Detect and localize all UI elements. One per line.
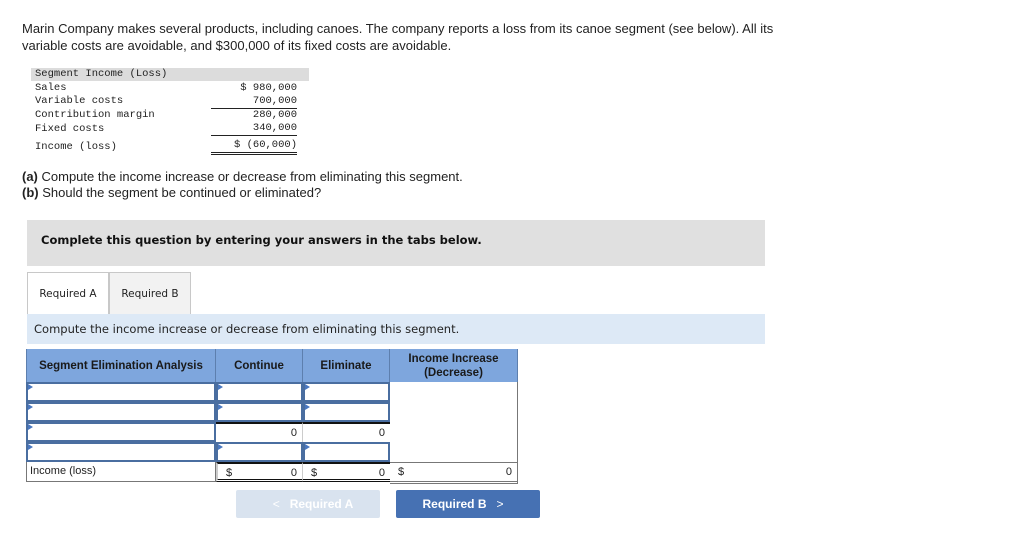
question-a: (a) Compute the income increase or decre… — [22, 169, 463, 184]
prev-required-a-button[interactable]: < Required A — [236, 490, 380, 518]
row4-eliminate-input[interactable] — [303, 442, 390, 462]
row2-eliminate-input[interactable] — [303, 402, 390, 422]
row3-eliminate-value: 0 — [303, 422, 390, 442]
prev-button-label: Required A — [289, 497, 354, 511]
segment-table-header: Segment Income (Loss) — [31, 68, 309, 82]
segment-income-table: Segment Income (Loss) Sales $ 980,000 Va… — [31, 68, 309, 156]
tab-instruction: Compute the income increase or decrease … — [27, 314, 765, 344]
header-continue: Continue — [216, 349, 303, 382]
row-value: 340,000 — [192, 122, 309, 137]
row-value: 280,000 — [252, 108, 297, 121]
row4-continue-input[interactable] — [216, 442, 303, 462]
header-eliminate: Eliminate — [303, 349, 390, 382]
problem-intro: Marin Company makes several products, in… — [22, 21, 774, 53]
row-value: $ 980,000 — [240, 81, 297, 94]
total-row-label: Income (loss) — [26, 462, 216, 482]
instructions-banner: Complete this question by entering your … — [27, 220, 765, 266]
row-label: Sales — [35, 81, 67, 94]
row-label: Income (loss) — [35, 140, 117, 153]
total-increase-value: $0 — [390, 462, 518, 482]
row1-label-input[interactable] — [26, 382, 216, 402]
header-analysis: Segment Elimination Analysis — [26, 349, 216, 382]
segment-row-contribution-margin: Contribution margin 280,000 — [31, 109, 309, 122]
segment-row-income-loss: Income (loss) $ (60,000) — [31, 136, 309, 156]
next-button-label: Required B — [422, 497, 487, 511]
total-eliminate-value: $0 — [303, 462, 390, 482]
row3-label-input[interactable] — [26, 422, 216, 442]
questions: (a) Compute the income increase or decre… — [22, 169, 463, 201]
segment-row-fixed-costs: Fixed costs 340,000 — [31, 122, 309, 137]
chevron-left-icon: < — [272, 497, 280, 511]
row2-label-input[interactable] — [26, 402, 216, 422]
row2-continue-input[interactable] — [216, 402, 303, 422]
row-value: $ (60,000) — [192, 136, 309, 156]
segment-row-sales: Sales $ 980,000 — [31, 81, 309, 94]
row1-continue-input[interactable] — [216, 382, 303, 402]
segment-table-title: Segment Income (Loss) — [31, 68, 192, 82]
row-label: Contribution margin — [35, 108, 155, 121]
banner-text: Complete this question by entering your … — [41, 233, 482, 247]
row4-label-input[interactable] — [26, 442, 216, 462]
tab-required-b[interactable]: Required B — [109, 272, 191, 314]
row-value: 700,000 — [192, 95, 309, 109]
tab-required-a[interactable]: Required A — [27, 272, 109, 314]
chevron-right-icon: > — [496, 497, 504, 511]
question-b: (b) Should the segment be continued or e… — [22, 185, 322, 200]
row-label: Fixed costs — [35, 122, 105, 135]
header-income-increase: Income Increase (Decrease) — [390, 349, 518, 382]
total-continue-value: $0 — [216, 462, 303, 482]
row-label: Variable costs — [35, 95, 124, 108]
next-required-b-button[interactable]: Required B > — [396, 490, 540, 518]
row1-eliminate-input[interactable] — [303, 382, 390, 402]
row3-continue-value: 0 — [216, 422, 303, 442]
segment-row-variable-costs: Variable costs 700,000 — [31, 95, 309, 109]
